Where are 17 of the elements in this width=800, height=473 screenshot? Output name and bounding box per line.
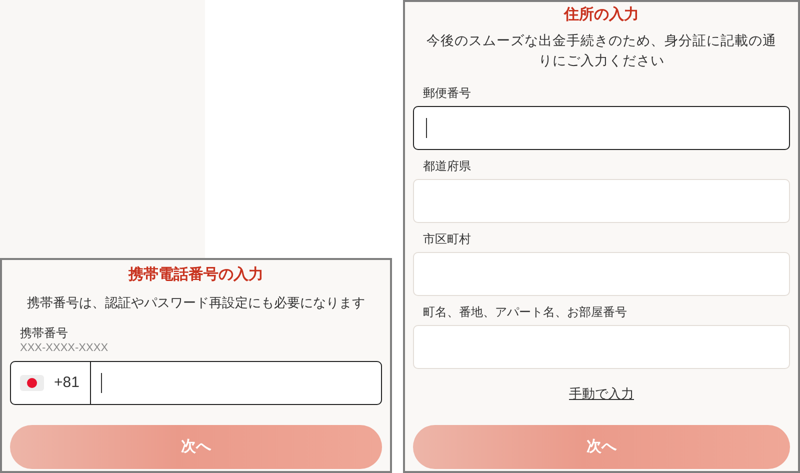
input-field[interactable] — [413, 106, 790, 150]
phone-input-field[interactable]: +81 — [10, 361, 382, 405]
field-label: 都道府県 — [423, 158, 472, 174]
manual-entry-link[interactable]: 手動で入力 — [569, 384, 634, 404]
field-label: 町名、番地、アパート名、お部屋番号 — [423, 304, 628, 320]
field-label: 携帯番号 — [20, 325, 69, 341]
text-cursor — [101, 373, 102, 393]
field-label: 市区町村 — [423, 231, 472, 247]
text-cursor — [426, 118, 427, 138]
field-hint: XXX-XXXX-XXXX — [20, 341, 110, 355]
field-label: 郵便番号 — [423, 85, 472, 101]
form-subtitle: 今後のスムーズな出金手続きのため、身分証に記載の通りにご入力ください — [426, 32, 778, 70]
country-code: +81 — [54, 372, 80, 393]
form-title: 携帯電話番号の入力 — [127, 265, 264, 285]
form-subtitle: 携帯番号は、認証やパスワード再設定にも必要になります — [26, 294, 366, 312]
flag-icon — [20, 375, 44, 391]
form-title: 住所の入力 — [562, 5, 640, 25]
